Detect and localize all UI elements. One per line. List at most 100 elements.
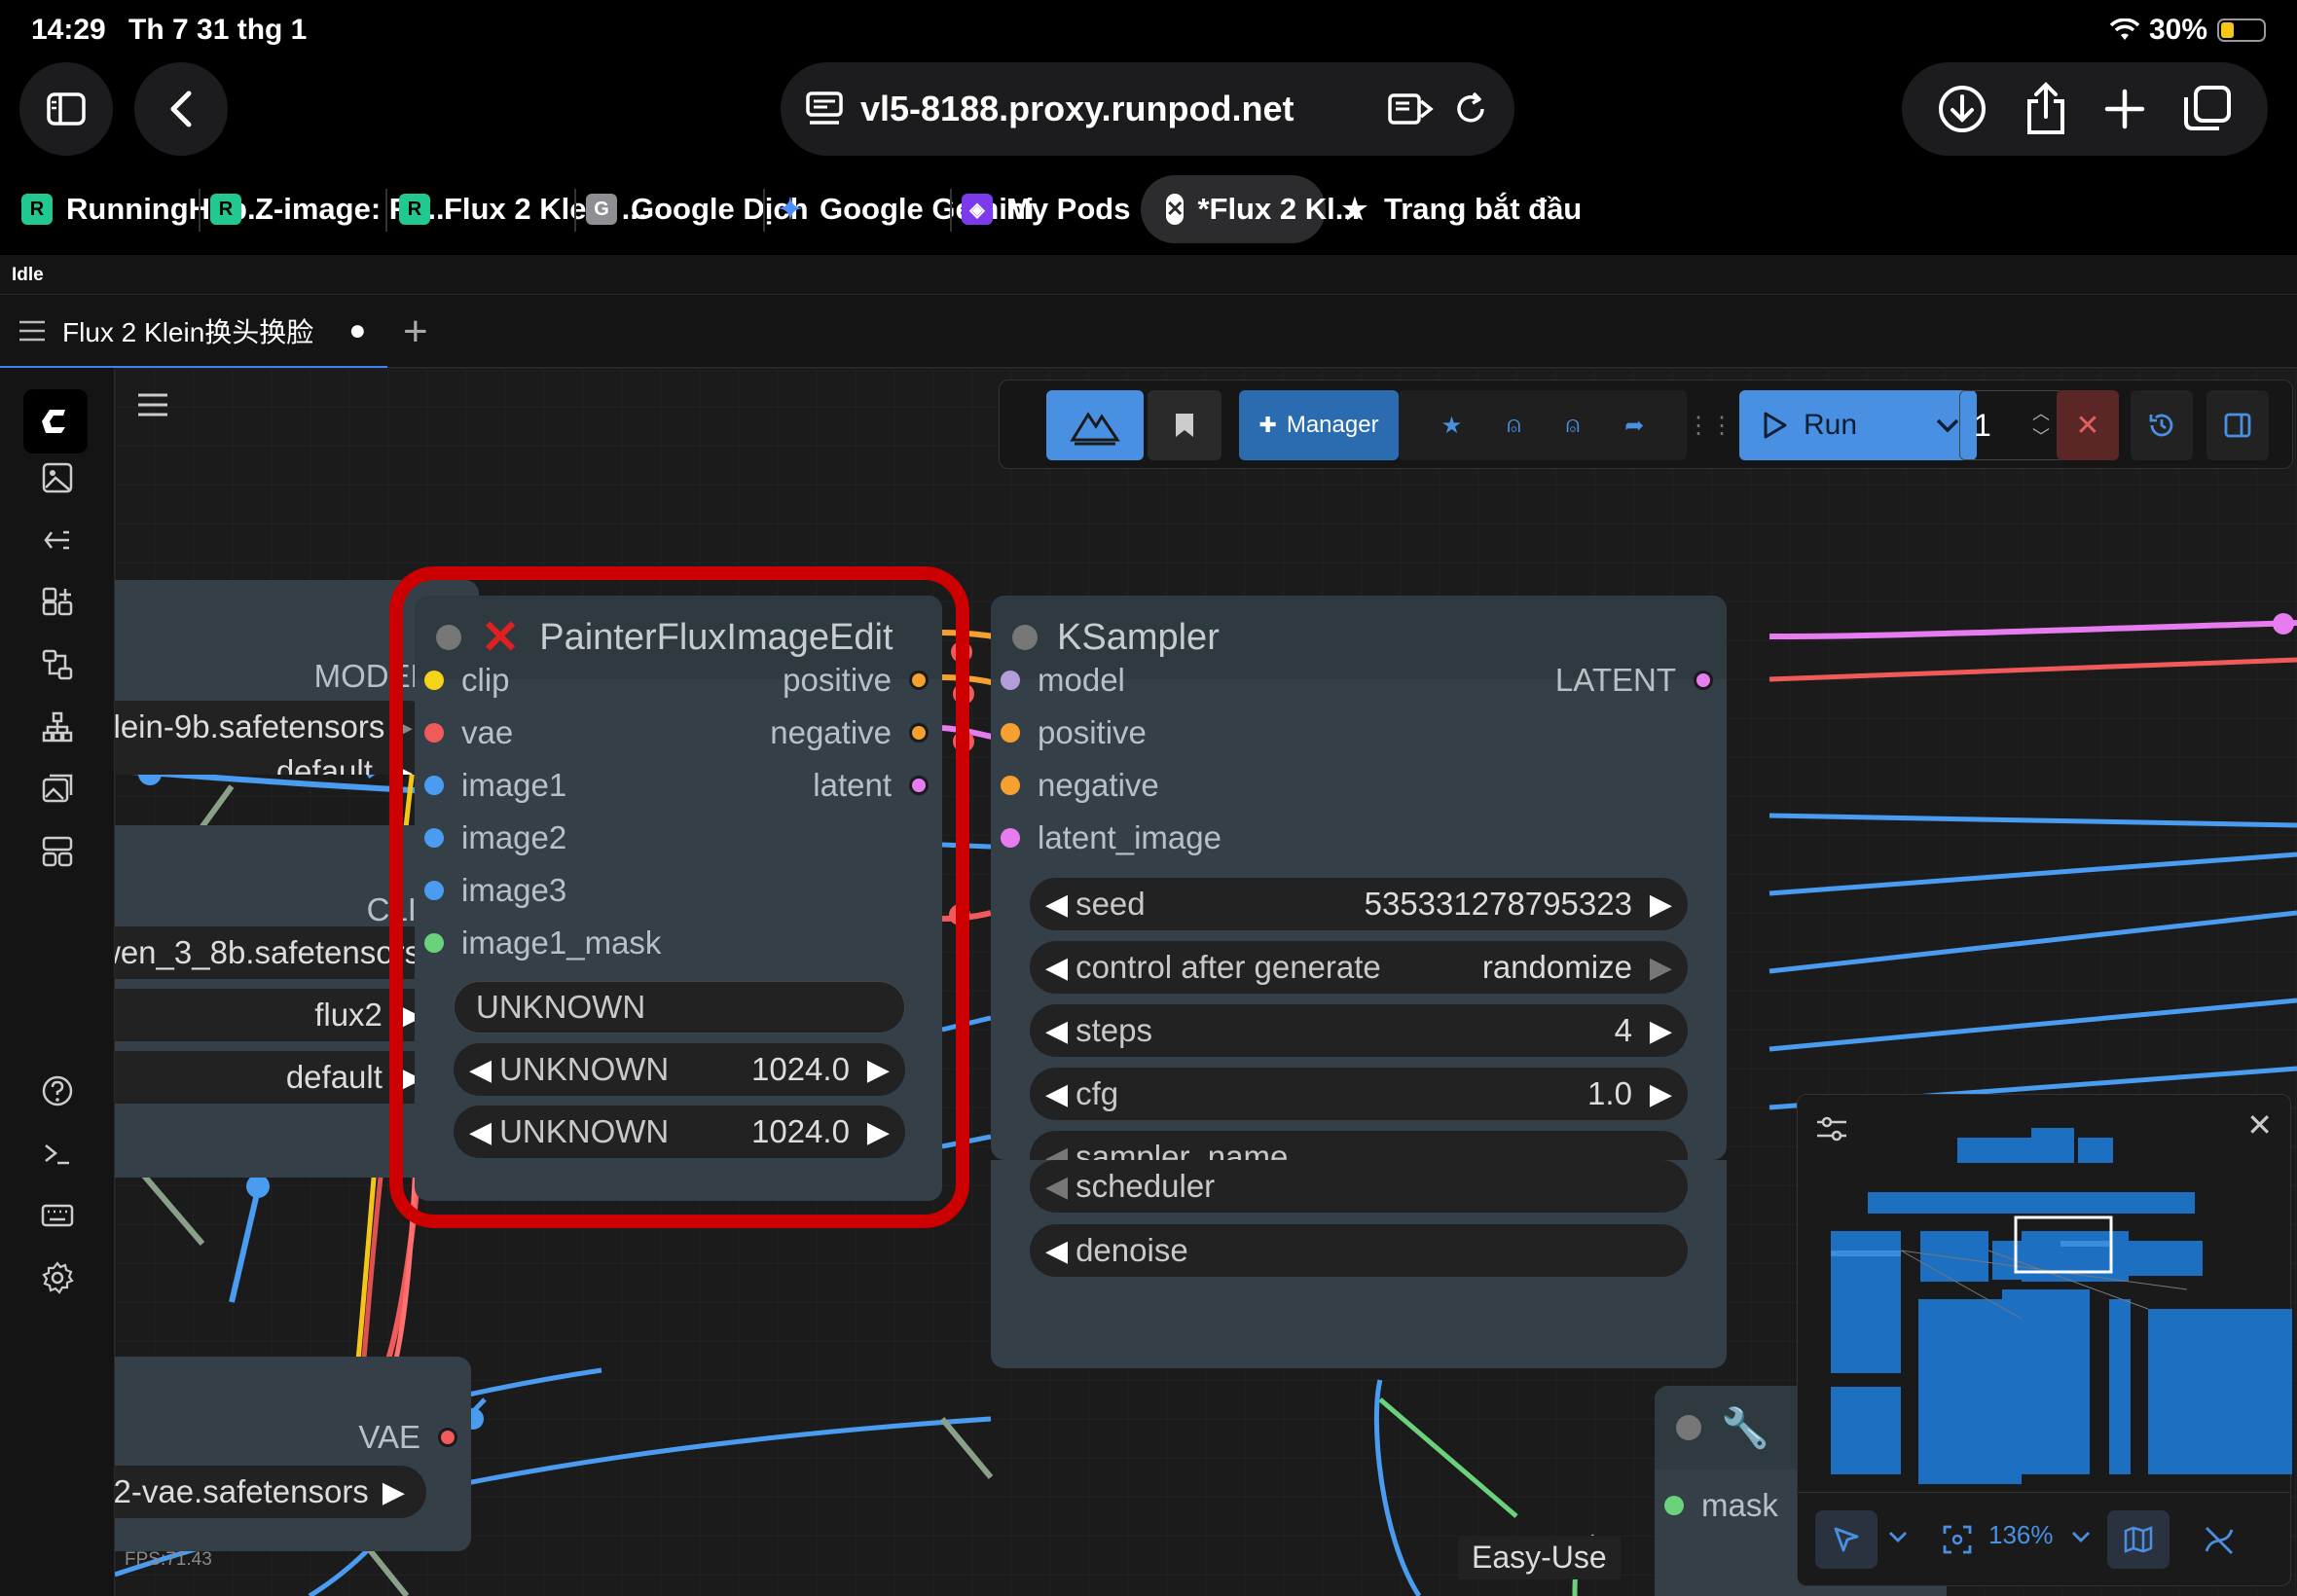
bookmark-button[interactable] xyxy=(1148,390,1221,460)
chevron-down-icon[interactable] xyxy=(2070,1530,2092,1545)
terminal-icon[interactable] xyxy=(29,1125,86,1181)
slot-label: image3 xyxy=(461,872,567,908)
output-latent[interactable]: latent xyxy=(813,767,929,804)
cfg-widget[interactable]: ◀ cfg 1.0 ▶ xyxy=(1030,1068,1688,1120)
node-map-icon[interactable] xyxy=(29,699,86,755)
templates-icon[interactable] xyxy=(29,823,86,880)
vae-name-widget[interactable]: x2-vae.safetensors ▶ xyxy=(115,1466,426,1518)
collapse-dot[interactable] xyxy=(436,625,461,650)
reload-icon[interactable] xyxy=(1452,91,1489,127)
zoom-level[interactable]: 136% xyxy=(1988,1520,2054,1550)
input-negative[interactable]: negative xyxy=(1001,767,1159,804)
canvas-menu-icon[interactable] xyxy=(136,391,169,423)
tab-label: Trang bắt đầu xyxy=(1384,192,1583,226)
denoise-widget[interactable]: ◀ denoise xyxy=(1030,1224,1688,1277)
widget-value: 1.0 xyxy=(1587,1075,1632,1111)
share-icon[interactable] xyxy=(2024,82,2068,136)
download-icon[interactable] xyxy=(1937,84,1987,134)
input-positive[interactable]: positive xyxy=(1001,714,1147,751)
mask-editor-button[interactable] xyxy=(1046,390,1144,460)
input-mask[interactable]: mask xyxy=(1664,1487,1778,1524)
toggle-minimap-button[interactable] xyxy=(2107,1510,2169,1569)
height-widget[interactable]: ◀ UNKNOWN 1024.0 ▶ xyxy=(454,1106,905,1158)
chevron-down-icon[interactable]: ﹀ xyxy=(2032,425,2050,449)
output-negative[interactable]: negative xyxy=(770,714,929,751)
workflows-icon[interactable] xyxy=(29,636,86,693)
painter-flux-image-edit-node[interactable]: ✕ PainterFluxImageEdit clip vae image1 i… xyxy=(415,596,942,1201)
sampler-name-widget[interactable]: ◀ sampler_name xyxy=(1030,1131,1688,1160)
input-clip[interactable]: clip xyxy=(424,662,510,699)
collapse-dot[interactable] xyxy=(1012,625,1038,650)
share-arrow-icon[interactable]: ➦ xyxy=(1624,412,1644,440)
queue-history-button[interactable] xyxy=(2131,390,2193,460)
sidebar-toggle-button[interactable] xyxy=(19,62,113,156)
output-positive[interactable]: positive xyxy=(783,662,929,699)
node-library-icon[interactable] xyxy=(29,574,86,631)
vae-loader-node[interactable]: VAE x2-vae.safetensors ▶ xyxy=(115,1357,471,1551)
minimap-panel[interactable]: ✕ xyxy=(1797,1094,2292,1493)
cancel-run-button[interactable]: ✕ xyxy=(2057,390,2119,460)
control-after-generate-widget[interactable]: ◀ control after generate randomize ▶ xyxy=(1030,941,1688,994)
chevron-down-icon[interactable] xyxy=(1887,1530,1909,1545)
manager-button[interactable]: ✚ Manager xyxy=(1239,390,1399,460)
images-icon[interactable] xyxy=(29,450,86,506)
panel-right-icon xyxy=(2224,413,2251,438)
chevron-down-icon xyxy=(1936,418,1959,433)
input-image2[interactable]: image2 xyxy=(424,819,566,856)
gallery-icon[interactable] xyxy=(29,761,86,817)
seed-widget[interactable]: ◀ seed 535331278795323 ▶ xyxy=(1030,878,1688,930)
widget-label: scheduler xyxy=(1076,1168,1216,1204)
keyboard-icon[interactable] xyxy=(29,1187,86,1244)
widget-value: default xyxy=(275,753,373,775)
collapse-dot[interactable] xyxy=(1676,1415,1701,1440)
back-button[interactable] xyxy=(134,62,228,156)
close-icon[interactable]: ✕ xyxy=(1166,194,1185,225)
chevron-up-icon[interactable]: ︿ xyxy=(2032,402,2050,425)
widget-value: flux2 xyxy=(314,997,383,1033)
comfy-logo-icon[interactable] xyxy=(23,389,88,453)
model-b-icon[interactable]: ⍝ xyxy=(1566,412,1580,439)
input-image1-mask[interactable]: image1_mask xyxy=(424,925,661,961)
page-menu-icon xyxy=(806,91,843,125)
browser-tab-flux-active[interactable]: ✕ *Flux 2 Kl... xyxy=(1141,175,1361,243)
input-model[interactable]: model xyxy=(1001,662,1125,699)
scheduler-widget[interactable]: ◀ scheduler xyxy=(1030,1160,1688,1213)
input-image3[interactable]: image3 xyxy=(424,872,566,909)
hamburger-icon[interactable] xyxy=(18,319,47,343)
help-icon[interactable] xyxy=(29,1063,86,1119)
tab-label: My Pods xyxy=(1006,192,1131,226)
tabs-overview-icon[interactable] xyxy=(2182,84,2233,134)
toggle-panel-button[interactable] xyxy=(2206,390,2269,460)
ksampler-node[interactable]: KSampler model positive negative latent_… xyxy=(991,596,1727,1160)
width-widget[interactable]: ◀ UNKNOWN 1024.0 ▶ xyxy=(454,1043,905,1096)
safari-actions xyxy=(1902,62,2268,156)
steps-widget[interactable]: ◀ steps 4 ▶ xyxy=(1030,1004,1688,1057)
input-image1[interactable]: image1 xyxy=(424,767,566,804)
add-workflow-button[interactable]: + xyxy=(403,295,428,369)
input-latent-image[interactable]: latent_image xyxy=(1001,819,1221,856)
select-mode-button[interactable] xyxy=(1815,1510,1878,1569)
star-icon[interactable]: ★ xyxy=(1441,412,1463,440)
workflow-tab[interactable]: Flux 2 Klein换头换脸 ● xyxy=(0,295,387,369)
browser-tab-my-pods[interactable]: ◈ My Pods xyxy=(962,175,1130,243)
drag-handle-icon[interactable]: ⋮⋮ xyxy=(1687,390,1733,460)
ios-status-bar: 14:29 Th 7 31 thg 1 30% xyxy=(0,0,2297,60)
runpod-icon: ◈ xyxy=(962,194,993,225)
queue-status: Idle xyxy=(12,265,44,285)
model-library-icon[interactable] xyxy=(29,512,86,568)
output-vae[interactable]: VAE xyxy=(358,1419,457,1456)
weight-dtype-widget[interactable]: default ▶ xyxy=(115,745,434,775)
reader-extension-icon[interactable] xyxy=(1388,91,1435,127)
battery-icon xyxy=(2217,18,2266,42)
input-vae[interactable]: vae xyxy=(424,714,513,751)
fit-view-icon[interactable] xyxy=(1942,1524,1973,1555)
settings-gear-icon[interactable] xyxy=(29,1250,86,1306)
unknown-widget[interactable]: UNKNOWN xyxy=(454,981,905,1034)
new-tab-icon[interactable] xyxy=(2103,88,2146,130)
batch-count-input[interactable]: 1 ︿ ﹀ xyxy=(1959,390,2064,460)
address-bar[interactable]: vl5-8188.proxy.runpod.net xyxy=(781,62,1514,156)
browser-tab-start-page[interactable]: ★ Trang bắt đầu xyxy=(1339,175,1583,243)
output-latent[interactable]: LATENT xyxy=(1555,662,1713,699)
hide-links-icon[interactable] xyxy=(2203,1524,2236,1557)
model-a-icon[interactable]: ⍝ xyxy=(1507,412,1520,439)
